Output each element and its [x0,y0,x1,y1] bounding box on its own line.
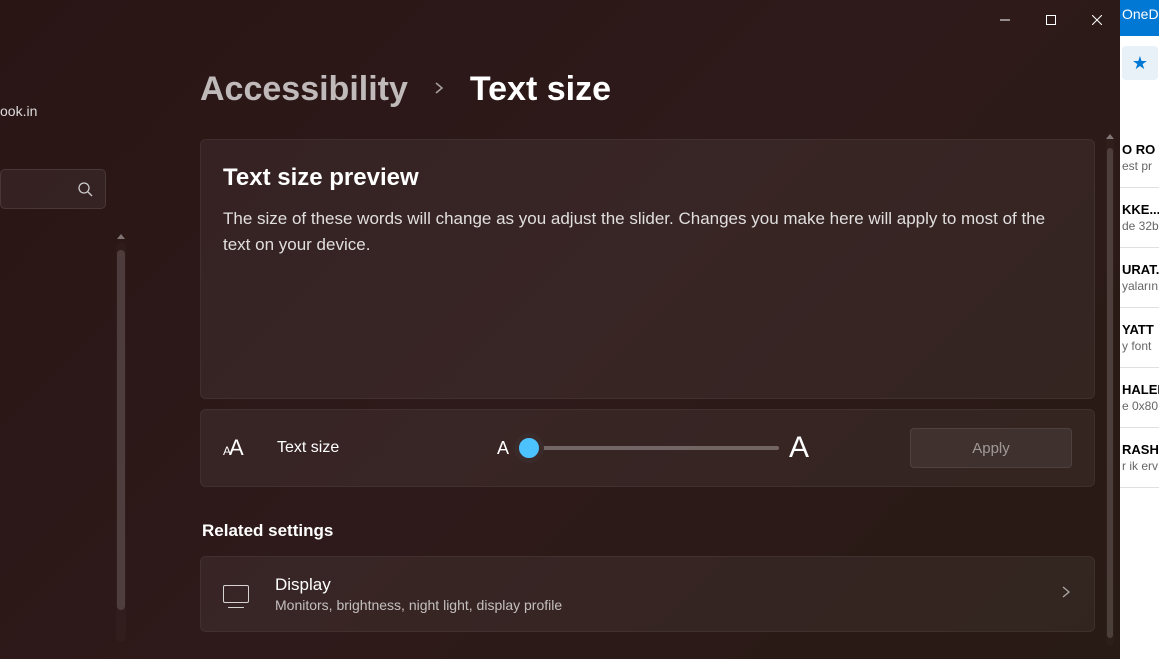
page-title: Text size [470,70,611,109]
star-icon: ★ [1122,46,1158,80]
breadcrumb-parent[interactable]: Accessibility [200,70,408,109]
text-size-card: AA Text size A A Apply [200,409,1095,487]
slider-thumb[interactable] [514,433,544,463]
breadcrumb: Accessibility Text size [200,70,1095,109]
list-item: O RO est pr [1120,128,1159,188]
scroll-up-icon [117,234,125,239]
text-size-label: Text size [277,439,477,457]
preview-description: The size of these words will change as y… [223,206,1072,257]
nav-scrollbar[interactable] [116,242,126,642]
search-input[interactable] [0,169,106,209]
list-item: URAT. yaların [1120,248,1159,308]
slider-max-marker: A [789,431,809,465]
display-icon [223,585,249,603]
text-size-icon: AA [223,435,253,461]
apply-button[interactable]: Apply [910,428,1072,468]
scroll-thumb[interactable] [1107,148,1113,638]
text-size-slider[interactable] [519,446,779,450]
slider-control: A A [477,431,896,465]
chevron-right-icon [1060,585,1072,603]
slider-min-marker: A [497,438,509,459]
main-content: Accessibility Text size Text size previe… [200,70,1095,632]
background-list: O RO est pr KKE... de 32b URAT. yaların … [1120,128,1159,488]
chevron-right-icon [432,78,446,101]
list-item: HALED e 0x80 [1120,368,1159,428]
left-panel: ook.in [0,100,128,640]
background-window: OneD ★ O RO est pr KKE... de 32b URAT. y… [1120,0,1159,659]
settings-window: ook.in Accessibility Text size Text size… [0,0,1120,659]
display-subtitle: Monitors, brightness, night light, displ… [275,597,1060,613]
titlebar [0,0,1120,40]
preview-title: Text size preview [223,164,1072,192]
list-item: RASH r ik erv [1120,428,1159,488]
account-label: ook.in [0,103,128,119]
preview-card: Text size preview The size of these word… [200,139,1095,399]
minimize-button[interactable] [982,4,1028,36]
scroll-thumb[interactable] [117,250,125,610]
link-text: Display Monitors, brightness, night ligh… [275,575,1060,613]
list-item: KKE... de 32b [1120,188,1159,248]
onedrive-label: OneD [1120,0,1159,36]
close-button[interactable] [1074,4,1120,36]
scroll-up-icon [1106,134,1114,139]
related-settings-header: Related settings [200,521,1095,541]
display-title: Display [275,575,1060,595]
display-settings-link[interactable]: Display Monitors, brightness, night ligh… [200,556,1095,632]
content-scrollbar[interactable] [1106,138,1114,646]
list-item: YATT y font [1120,308,1159,368]
search-icon [77,181,93,197]
maximize-button[interactable] [1028,4,1074,36]
